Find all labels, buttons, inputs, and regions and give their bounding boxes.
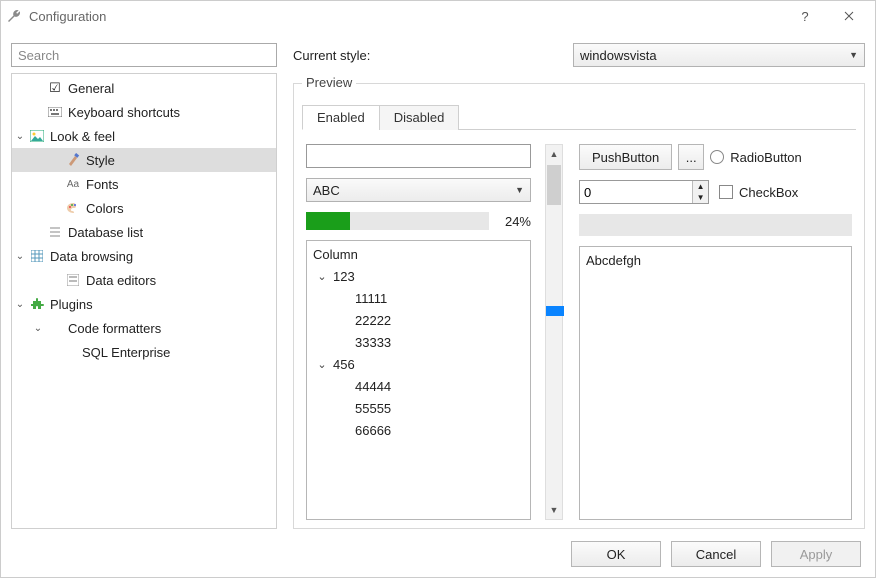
current-style-label: Current style:: [293, 48, 561, 63]
preview-vscrollbar[interactable]: ▲ ▼: [545, 144, 563, 520]
palette-icon: [64, 200, 82, 216]
preview-more-button[interactable]: ...: [678, 144, 704, 170]
form-icon: [64, 272, 82, 288]
style-select[interactable]: windowsvista ▼: [573, 43, 865, 67]
tree-column-header: Column: [311, 247, 526, 262]
titlebar: Configuration ?: [1, 1, 875, 31]
preview-combobox[interactable]: ABC ▼: [306, 178, 531, 202]
tree-item-general[interactable]: ☑General: [12, 76, 276, 100]
tree-item-plugins[interactable]: ⌄Plugins: [12, 292, 276, 316]
chevron-down-icon: ▼: [515, 185, 524, 195]
chevron-down-icon[interactable]: ⌄: [30, 323, 46, 334]
grid-icon: [28, 248, 46, 264]
ok-button[interactable]: OK: [571, 541, 661, 567]
chevron-down-icon[interactable]: ⌄: [12, 251, 28, 262]
tab-disabled[interactable]: Disabled: [379, 105, 460, 130]
scroll-down-icon[interactable]: ▼: [546, 501, 562, 519]
fonts-icon: Aa: [64, 176, 82, 192]
search-input[interactable]: [11, 43, 277, 67]
spin-up-icon[interactable]: ▲: [693, 181, 708, 192]
preview-spinbox[interactable]: ▲▼: [579, 180, 709, 204]
help-button[interactable]: ?: [783, 2, 827, 30]
tree-item-sql[interactable]: SQL Enterprise: [12, 340, 276, 364]
tree-row[interactable]: 55555: [311, 398, 526, 420]
chevron-down-icon[interactable]: ⌄: [311, 354, 333, 376]
scroll-thumb[interactable]: [547, 165, 561, 205]
chevron-down-icon[interactable]: ⌄: [12, 299, 28, 310]
tree-item-keyboard[interactable]: Keyboard shortcuts: [12, 100, 276, 124]
checkbox-icon: ☑: [46, 80, 64, 96]
image-icon: [28, 128, 46, 144]
window-title: Configuration: [29, 9, 783, 24]
config-dialog: Configuration ? ☑General Keyboard shortc…: [0, 0, 876, 578]
preview-treeview[interactable]: Column ⌄123 11111 22222 33333: [306, 240, 531, 520]
brush-icon: [64, 152, 82, 168]
tree-row[interactable]: 11111: [311, 288, 526, 310]
keyboard-icon: [46, 104, 64, 120]
content: ☑General Keyboard shortcuts ⌄Look & feel…: [1, 31, 875, 577]
style-select-value: windowsvista: [580, 48, 657, 63]
tree-row[interactable]: 33333: [311, 332, 526, 354]
preview-hslider[interactable]: [579, 214, 852, 236]
dialog-buttons: OK Cancel Apply: [11, 537, 865, 567]
preview-title: Preview: [302, 75, 356, 90]
preview-progressbar: [306, 212, 489, 230]
left-panel: ☑General Keyboard shortcuts ⌄Look & feel…: [11, 43, 277, 529]
preview-group: Preview Enabled Disabled ABC ▼: [293, 83, 865, 529]
nav-tree[interactable]: ☑General Keyboard shortcuts ⌄Look & feel…: [11, 73, 277, 529]
preview-radiobutton[interactable]: RadioButton: [710, 150, 802, 165]
chevron-down-icon[interactable]: ⌄: [12, 131, 28, 142]
tree-row[interactable]: 44444: [311, 376, 526, 398]
list-icon: [46, 224, 64, 240]
tree-item-browsing[interactable]: ⌄Data browsing: [12, 244, 276, 268]
right-panel: Current style: windowsvista ▼ Preview En…: [293, 43, 865, 529]
preview-tabs: Enabled Disabled: [302, 104, 856, 130]
puzzle-icon: [28, 296, 46, 312]
chevron-down-icon: ▼: [849, 50, 858, 60]
cancel-button[interactable]: Cancel: [671, 541, 761, 567]
tree-item-formatters[interactable]: ⌄Code formatters: [12, 316, 276, 340]
tree-item-editors[interactable]: Data editors: [12, 268, 276, 292]
preview-lineedit[interactable]: [306, 144, 531, 168]
scroll-up-icon[interactable]: ▲: [546, 145, 562, 163]
preview-textedit[interactable]: Abcdefgh: [579, 246, 852, 520]
preview-pushbutton[interactable]: PushButton: [579, 144, 672, 170]
tree-row[interactable]: 66666: [311, 420, 526, 442]
tree-row[interactable]: 22222: [311, 310, 526, 332]
chevron-down-icon[interactable]: ⌄: [311, 266, 333, 288]
apply-button: Apply: [771, 541, 861, 567]
tree-item-fonts[interactable]: AaFonts: [12, 172, 276, 196]
tree-item-dblist[interactable]: Database list: [12, 220, 276, 244]
progress-label: 24%: [497, 214, 531, 229]
preview-vslider-handle[interactable]: [546, 306, 564, 316]
spinbox-input[interactable]: [580, 181, 692, 203]
tab-enabled[interactable]: Enabled: [302, 105, 380, 130]
preview-checkbox[interactable]: CheckBox: [719, 185, 798, 200]
wrench-icon: [5, 7, 23, 25]
tree-item-look[interactable]: ⌄Look & feel: [12, 124, 276, 148]
tree-item-style[interactable]: Style: [12, 148, 276, 172]
tree-item-colors[interactable]: Colors: [12, 196, 276, 220]
close-button[interactable]: [827, 2, 871, 30]
spin-down-icon[interactable]: ▼: [693, 192, 708, 203]
